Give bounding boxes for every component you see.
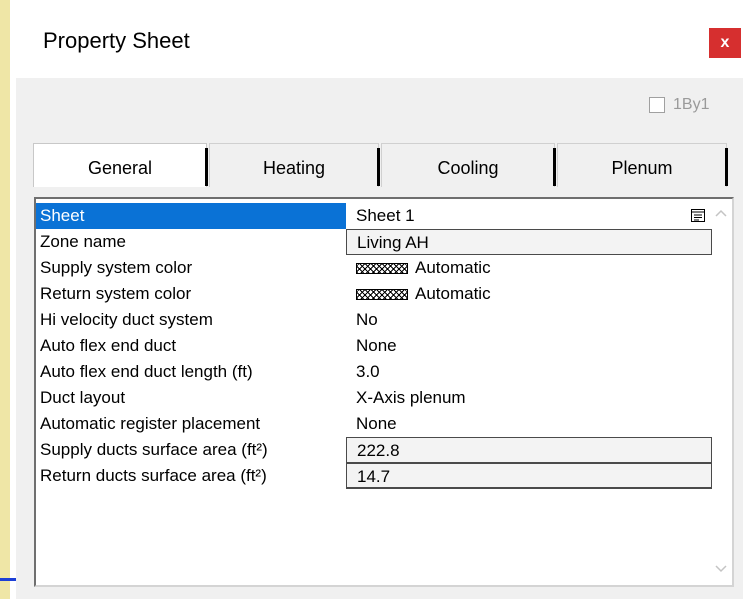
tab-heating-label: Heating	[262, 158, 326, 178]
vertical-scrollbar[interactable]	[712, 201, 730, 583]
property-row-flex-length[interactable]: Auto flex end duct length (ft) 3.0	[36, 359, 712, 385]
property-name: Return system color	[40, 284, 192, 303]
property-value-readonly: 222.8	[346, 437, 712, 463]
property-value[interactable]: X-Axis plenum	[346, 385, 712, 411]
tab-divider	[205, 148, 208, 186]
tab-bar: General Heating Cooling Plenum	[33, 143, 743, 189]
property-name: Auto flex end duct length (ft)	[40, 362, 253, 381]
chevron-down-icon[interactable]	[714, 563, 728, 575]
property-value-supply-color[interactable]: Automatic	[346, 255, 712, 281]
property-value-sheet[interactable]: Sheet 1	[346, 203, 712, 229]
property-row-return-area: Return ducts surface area (ft²) 14.7	[36, 463, 712, 489]
property-row-auto-flex[interactable]: Auto flex end duct None	[36, 333, 712, 359]
property-value[interactable]: No	[346, 307, 712, 333]
onebyone-checkbox[interactable]: 1By1	[649, 94, 709, 116]
property-row-duct-layout[interactable]: Duct layout X-Axis plenum	[36, 385, 712, 411]
property-value: Sheet 1	[356, 206, 415, 225]
tab-general-label: General	[87, 158, 153, 178]
color-swatch-icon	[356, 289, 408, 300]
property-name: Supply ducts surface area (ft²)	[40, 440, 268, 459]
tab-plenum-label: Plenum	[611, 158, 673, 178]
property-row-supply-area: Supply ducts surface area (ft²) 222.8	[36, 437, 712, 463]
property-row-hi-velocity[interactable]: Hi velocity duct system No	[36, 307, 712, 333]
property-name: Automatic register placement	[40, 414, 261, 433]
property-grid: Sheet Sheet 1 Zone name Living AH Supply…	[34, 197, 734, 587]
property-value-readonly: 14.7	[346, 463, 712, 489]
tab-heating[interactable]: Heating	[209, 143, 380, 187]
property-value: Automatic	[415, 284, 491, 303]
property-name: Supply system color	[40, 258, 193, 277]
property-name: Zone name	[40, 232, 126, 251]
window-title: Property Sheet	[43, 28, 190, 53]
property-sheet-dialog: Property Sheet x 1By1 General Heating Co…	[16, 0, 743, 599]
property-value-return-color[interactable]: Automatic	[346, 281, 712, 307]
property-row-supply-color[interactable]: Supply system color Automatic	[36, 255, 712, 281]
chevron-up-icon[interactable]	[714, 207, 728, 219]
tab-divider	[553, 148, 556, 186]
tab-plenum[interactable]: Plenum	[557, 143, 728, 187]
property-name: Duct layout	[40, 388, 126, 407]
background-window-edge	[0, 0, 10, 599]
tab-cooling-label: Cooling	[437, 158, 499, 178]
onebyone-label: 1By1	[673, 96, 710, 113]
property-name: Hi velocity duct system	[40, 310, 213, 329]
tab-divider	[377, 148, 380, 186]
property-value: Automatic	[415, 258, 491, 277]
tab-cooling[interactable]: Cooling	[381, 143, 556, 187]
onebyone-checkbox-box[interactable]	[649, 97, 665, 113]
property-name: Auto flex end duct	[40, 336, 177, 355]
title-bar[interactable]: Property Sheet x	[16, 0, 743, 78]
property-value[interactable]: None	[346, 333, 712, 359]
close-button[interactable]: x	[709, 28, 741, 58]
color-swatch-icon	[356, 263, 408, 274]
list-dropdown-icon[interactable]	[690, 207, 706, 223]
property-row-sheet[interactable]: Sheet Sheet 1	[36, 203, 712, 229]
property-row-return-color[interactable]: Return system color Automatic	[36, 281, 712, 307]
property-name: Sheet	[36, 203, 346, 229]
tab-general[interactable]: General	[33, 143, 208, 187]
property-row-zone-name[interactable]: Zone name Living AH	[36, 229, 712, 255]
property-value[interactable]: 3.0	[346, 359, 712, 385]
tab-divider	[725, 148, 728, 186]
property-value[interactable]: None	[346, 411, 712, 437]
zone-name-field[interactable]: Living AH	[346, 229, 712, 255]
property-name: Return ducts surface area (ft²)	[40, 466, 267, 485]
property-row-register-placement[interactable]: Automatic register placement None	[36, 411, 712, 437]
